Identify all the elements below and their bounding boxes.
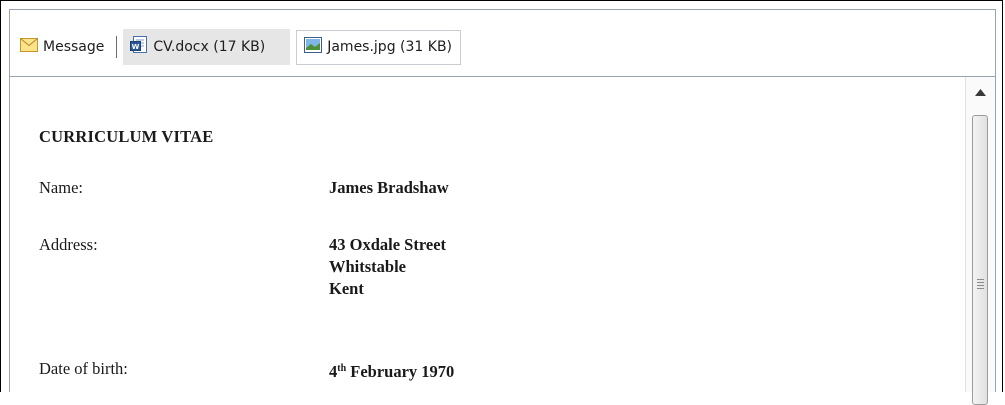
preview-window: Message W CV.docx (17 KB) James.jpg (31 … bbox=[0, 0, 1003, 405]
scroll-up-button[interactable] bbox=[966, 77, 995, 107]
attachment-jpg-tab[interactable]: James.jpg (31 KB) bbox=[296, 29, 462, 65]
image-file-icon bbox=[304, 37, 323, 57]
scroll-thumb[interactable] bbox=[972, 115, 988, 405]
address-line-3: Kent bbox=[329, 279, 364, 298]
name-value-text: James Bradshaw bbox=[329, 178, 449, 197]
attachment-cv-label: CV.docx (17 KB) bbox=[153, 39, 266, 55]
address-line-1: 43 Oxdale Street bbox=[329, 235, 447, 254]
message-tab[interactable]: Message bbox=[14, 29, 110, 65]
arrow-up-icon bbox=[975, 83, 986, 101]
attachment-cv-tab[interactable]: W CV.docx (17 KB) bbox=[123, 29, 291, 65]
document-preview: CURRICULUM VITAE Name: James Bradshaw Ad… bbox=[10, 77, 965, 392]
dob-day: 4 bbox=[329, 362, 338, 381]
dob-value: 4th February 1970 bbox=[329, 358, 454, 383]
dob-ordinal: th bbox=[337, 363, 347, 374]
attachment-bar: Message W CV.docx (17 KB) James.jpg (31 … bbox=[10, 10, 995, 77]
attachment-jpg-label: James.jpg (31 KB) bbox=[327, 39, 453, 55]
attachment-tabs: Message W CV.docx (17 KB) James.jpg (31 … bbox=[14, 29, 462, 65]
name-value: James Bradshaw bbox=[329, 177, 449, 199]
envelope-icon bbox=[20, 38, 38, 56]
address-line-2: Whitstable bbox=[329, 257, 407, 276]
address-label: Address: bbox=[39, 235, 98, 254]
address-value: 43 Oxdale Street Whitstable Kent bbox=[329, 234, 446, 300]
dob-label: Date of birth: bbox=[39, 359, 128, 378]
vertical-scrollbar[interactable] bbox=[965, 77, 995, 405]
grip-icon bbox=[977, 279, 984, 291]
tab-separator bbox=[116, 36, 118, 58]
svg-text:W: W bbox=[132, 43, 140, 51]
cv-heading: CURRICULUM VITAE bbox=[39, 127, 214, 146]
name-label: Name: bbox=[39, 178, 83, 197]
dob-value-text: 4th February 1970 bbox=[329, 358, 454, 383]
preview-pane: Message W CV.docx (17 KB) James.jpg (31 … bbox=[9, 9, 996, 405]
dob-month-year: February 1970 bbox=[346, 362, 455, 381]
word-document-icon: W bbox=[130, 36, 148, 58]
message-tab-label: Message bbox=[43, 39, 105, 55]
